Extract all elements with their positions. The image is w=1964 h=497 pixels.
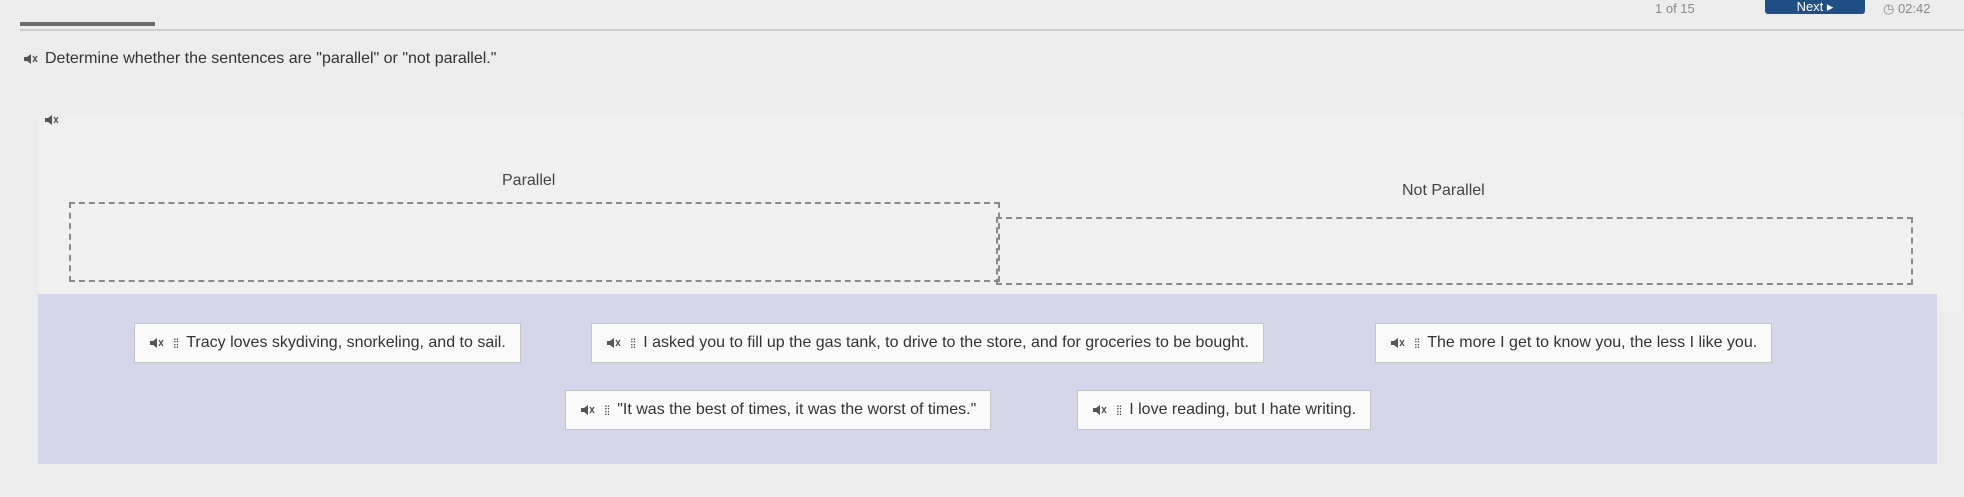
sentence-text: I love reading, but I hate writing.: [1129, 401, 1357, 418]
sentence-text: I asked you to fill up the gas tank, to …: [643, 334, 1249, 351]
speaker-icon[interactable]: [1092, 403, 1108, 417]
column-label-not-parallel: Not Parallel: [1402, 182, 1485, 199]
question-counter: 1 of 15: [1655, 1, 1695, 16]
sentence-tile[interactable]: ⁞⁞ The more I get to know you, the less …: [1375, 323, 1773, 363]
sentence-text: "It was the best of times, it was the wo…: [617, 401, 977, 418]
drag-handle-icon[interactable]: ⁞⁞: [604, 403, 610, 418]
sentence-tile[interactable]: ⁞⁞ I asked you to fill up the gas tank, …: [591, 323, 1264, 363]
sentence-tile[interactable]: ⁞⁞ Tracy loves skydiving, snorkeling, an…: [134, 323, 521, 363]
drag-handle-icon[interactable]: ⁞⁞: [1116, 403, 1122, 418]
speaker-icon[interactable]: [606, 336, 622, 350]
drag-handle-icon[interactable]: ⁞⁞: [630, 336, 636, 351]
instruction-text: Determine whether the sentences are "par…: [45, 50, 497, 67]
speaker-icon[interactable]: [44, 113, 60, 127]
drop-zone-not-parallel[interactable]: [996, 217, 1913, 285]
drag-handle-icon[interactable]: ⁞⁞: [173, 336, 179, 351]
speaker-icon[interactable]: [580, 403, 596, 417]
column-label-parallel: Parallel: [502, 172, 556, 189]
speaker-icon[interactable]: [23, 52, 39, 66]
timer: ◷ 02:42: [1883, 1, 1931, 16]
progress-bar: [20, 22, 155, 26]
instruction-row: Determine whether the sentences are "par…: [23, 50, 496, 68]
next-button[interactable]: Next ▸: [1765, 0, 1865, 14]
header-divider: [20, 29, 1964, 31]
speaker-icon[interactable]: [1390, 336, 1406, 350]
sentence-text: The more I get to know you, the less I l…: [1427, 334, 1758, 351]
sentence-tile[interactable]: ⁞⁞ "It was the best of times, it was the…: [565, 390, 992, 430]
drop-zone-parallel[interactable]: [69, 202, 1000, 282]
speaker-icon[interactable]: [149, 336, 165, 350]
sentence-tile[interactable]: ⁞⁞ I love reading, but I hate writing.: [1077, 390, 1372, 430]
sentence-text: Tracy loves skydiving, snorkeling, and t…: [186, 334, 506, 351]
drag-handle-icon[interactable]: ⁞⁞: [1414, 336, 1420, 351]
answer-bank: [38, 294, 1937, 464]
